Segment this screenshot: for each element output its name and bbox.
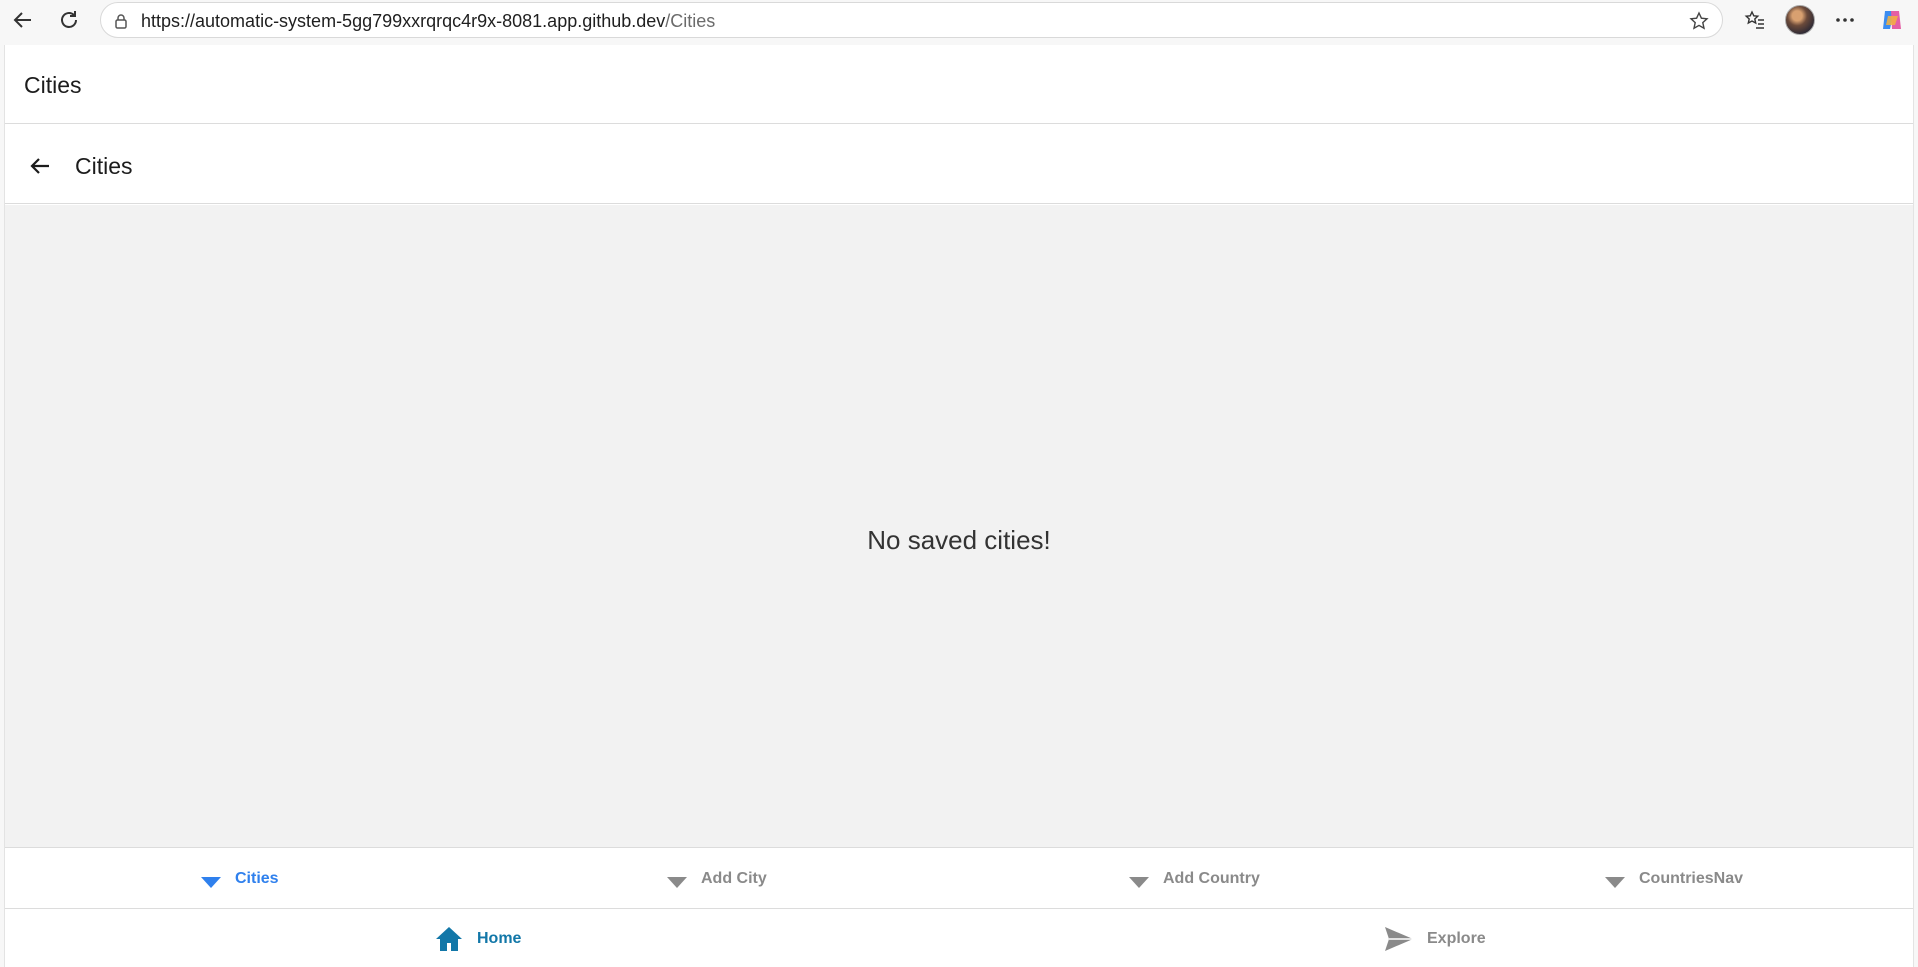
- tab-add-city[interactable]: Add City: [667, 849, 767, 909]
- screen-title: Cities: [75, 153, 133, 179]
- copilot-icon[interactable]: [1876, 4, 1908, 36]
- tab-countries-nav[interactable]: CountriesNav: [1605, 849, 1743, 909]
- address-bar[interactable]: https://automatic-system-5gg799xxrqrqc4r…: [100, 2, 1723, 38]
- top-tab-bar: Cities Add City Add Country CountriesNav: [5, 849, 1913, 909]
- screen-header: Cities: [5, 125, 1913, 204]
- profile-avatar[interactable]: [1785, 5, 1815, 35]
- reload-icon[interactable]: [53, 4, 85, 36]
- app-window: Cities Cities No saved cities! Cities Ad…: [4, 45, 1914, 967]
- bottom-tab-label: Explore: [1427, 929, 1486, 947]
- url-text[interactable]: https://automatic-system-5gg799xxrqrqc4r…: [141, 11, 715, 32]
- send-icon: [1383, 923, 1415, 955]
- content-area: No saved cities!: [5, 205, 1913, 848]
- home-icon: [433, 923, 465, 955]
- lock-icon[interactable]: [111, 11, 131, 31]
- empty-state-message: No saved cities!: [867, 525, 1051, 555]
- caret-down-icon: [201, 876, 221, 888]
- back-arrow-icon[interactable]: [7, 4, 39, 36]
- favorite-star-icon[interactable]: [1688, 10, 1710, 32]
- bottom-tab-home[interactable]: Home: [433, 910, 521, 967]
- tab-label: Add City: [701, 870, 767, 887]
- bottom-tab-label: Home: [477, 929, 522, 947]
- url-path: /Cities: [665, 11, 716, 31]
- app-title: Cities: [24, 72, 82, 98]
- favorites-list-icon[interactable]: [1739, 4, 1771, 36]
- app-header: Cities: [5, 45, 1913, 124]
- caret-down-icon: [1129, 876, 1149, 888]
- tab-cities[interactable]: Cities: [201, 849, 279, 909]
- back-arrow-icon[interactable]: [25, 151, 55, 181]
- bottom-tab-explore[interactable]: Explore: [1383, 910, 1486, 967]
- tab-label: CountriesNav: [1639, 870, 1744, 887]
- more-options-icon[interactable]: [1829, 4, 1861, 36]
- tab-label: Add Country: [1163, 870, 1260, 887]
- url-host: https://automatic-system-5gg799xxrqrqc4r…: [141, 11, 666, 31]
- caret-down-icon: [667, 876, 687, 888]
- browser-toolbar: https://automatic-system-5gg799xxrqrqc4r…: [0, 0, 1918, 40]
- bottom-tab-bar: Home Explore: [5, 910, 1913, 967]
- caret-down-icon: [1605, 876, 1625, 888]
- tab-label: Cities: [235, 870, 279, 887]
- tab-add-country[interactable]: Add Country: [1129, 849, 1260, 909]
